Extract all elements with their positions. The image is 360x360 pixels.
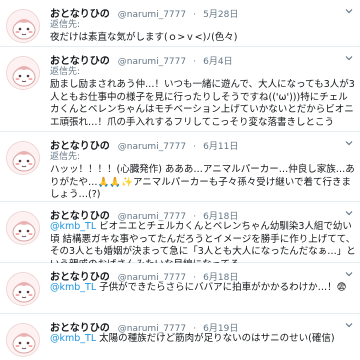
tweet-header: おとなりひの @narumi_7777 · 6月19日 [50,319,356,334]
mention-link[interactable]: @kmb_TL [50,282,96,293]
tweet-body: おとなりひの @narumi_7777 · 6月18日 @kmb_TL ビオニエ… [50,207,356,271]
separator-dot: · [193,57,197,67]
avatar-character-icon [7,212,39,244]
tweet[interactable]: おとなりひの @narumi_7777 · 5月28日 返信先: 夜だけは素直な… [0,0,360,47]
user-handle[interactable]: @narumi_7777 [118,10,186,20]
avatar[interactable] [6,211,40,245]
tweet-text-content: 子供ができたらさらにババアに拍車がかかるわけか…！😨 [96,282,347,293]
tweet-text-content: ハッッ！！！！(心臓発作) あああ…アニマルパーカー…仲良し家族…ありがたや…🙏… [50,164,355,200]
tweet-body: おとなりひの @narumi_7777 · 6月4日 返信先: 励まし励まされあ… [50,52,356,129]
avatar-character-icon [7,57,39,89]
chevron-down-icon[interactable] [344,6,354,16]
tweet-date[interactable]: 6月4日 [203,57,232,67]
tweet[interactable]: おとなりひの @narumi_7777 · 6月11日 返信先: ハッッ！！！！… [0,132,360,202]
avatar[interactable] [6,9,40,43]
tweet-text-content: 励まし励まされあう仲…！いつも一緒に遊んで、大人になっても3人が3人ともお仕事中… [50,79,355,128]
mention-link[interactable]: @kmb_TL [50,333,96,344]
tweet[interactable]: おとなりひの @narumi_7777 · 6月18日 @kmb_TL ビオニエ… [0,202,360,270]
avatar[interactable] [6,272,40,306]
tweet-header: おとなりひの @narumi_7777 · 6月18日 [50,207,356,222]
timeline: おとなりひの @narumi_7777 · 5月28日 返信先: 夜だけは素直な… [0,0,360,360]
tweet-text: ハッッ！！！！(心臓発作) あああ…アニマルパーカー…仲良し家族…ありがたや…🙏… [50,164,356,202]
tweet-header: おとなりひの @narumi_7777 · 5月28日 [50,5,356,20]
chevron-down-icon[interactable] [344,53,354,63]
separator-dot: · [193,142,197,152]
user-handle[interactable]: @narumi_7777 [118,57,186,67]
avatar-character-icon [7,273,39,305]
tweet-date[interactable]: 6月11日 [203,142,238,152]
chevron-down-icon[interactable] [344,269,354,279]
avatar-character-icon [7,142,39,174]
avatar-character-icon [7,10,39,42]
tweet[interactable]: おとなりひの @narumi_7777 · 6月19日 @kmb_TL 太陽の種… [0,314,360,360]
tweet-date[interactable]: 5月28日 [203,10,238,20]
tweet-header: おとなりひの @narumi_7777 · 6月18日 [50,268,356,283]
avatar[interactable] [6,56,40,90]
reply-to-label: 返信先: [50,67,81,77]
tweet[interactable]: おとなりひの @narumi_7777 · 6月18日 @kmb_TL 子供がで… [0,263,360,314]
tweet-text: 励まし励まされあう仲…！いつも一緒に遊んで、大人になっても3人が3人ともお仕事中… [50,79,356,129]
avatar[interactable] [6,323,40,357]
chevron-down-icon[interactable] [344,138,354,148]
tweet-header: おとなりひの @narumi_7777 · 6月4日 [50,52,356,67]
reply-to-label: 返信先: [50,152,81,162]
tweet-body: おとなりひの @narumi_7777 · 6月11日 返信先: ハッッ！！！！… [50,137,356,202]
separator-dot: · [193,10,197,20]
tweet-body: おとなりひの @narumi_7777 · 6月19日 @kmb_TL 太陽の種… [50,319,356,346]
chevron-down-icon[interactable] [344,320,354,330]
tweet-text: @kmb_TL 子供ができたらさらにババアに拍車がかかるわけか…！😨 [50,282,356,295]
reply-to-label: 返信先: [50,20,81,30]
user-handle[interactable]: @narumi_7777 [118,142,186,152]
tweet-text: @kmb_TL 太陽の種族だけど筋肉が足りないのはサニのせい(確信) [50,333,356,346]
chevron-down-icon[interactable] [344,208,354,218]
tweet-body: おとなりひの @narumi_7777 · 6月18日 @kmb_TL 子供がで… [50,268,356,295]
tweet-text: 夜だけは素直な気がします(ｏ>ｖ<)ﾉ(色々) [50,32,356,45]
mention-link[interactable]: @kmb_TL [50,221,96,232]
avatar[interactable] [6,141,40,175]
tweet-text-content: 夜だけは素直な気がします(ｏ>ｖ<)ﾉ(色々) [50,32,238,43]
tweet-text-content: 太陽の種族だけど筋肉が足りないのはサニのせい(確信) [96,333,335,344]
tweet-body: おとなりひの @narumi_7777 · 5月28日 返信先: 夜だけは素直な… [50,5,356,45]
tweet[interactable]: おとなりひの @narumi_7777 · 6月4日 返信先: 励まし励まされあ… [0,47,360,132]
tweet-header: おとなりひの @narumi_7777 · 6月11日 [50,137,356,152]
avatar-character-icon [7,324,39,356]
